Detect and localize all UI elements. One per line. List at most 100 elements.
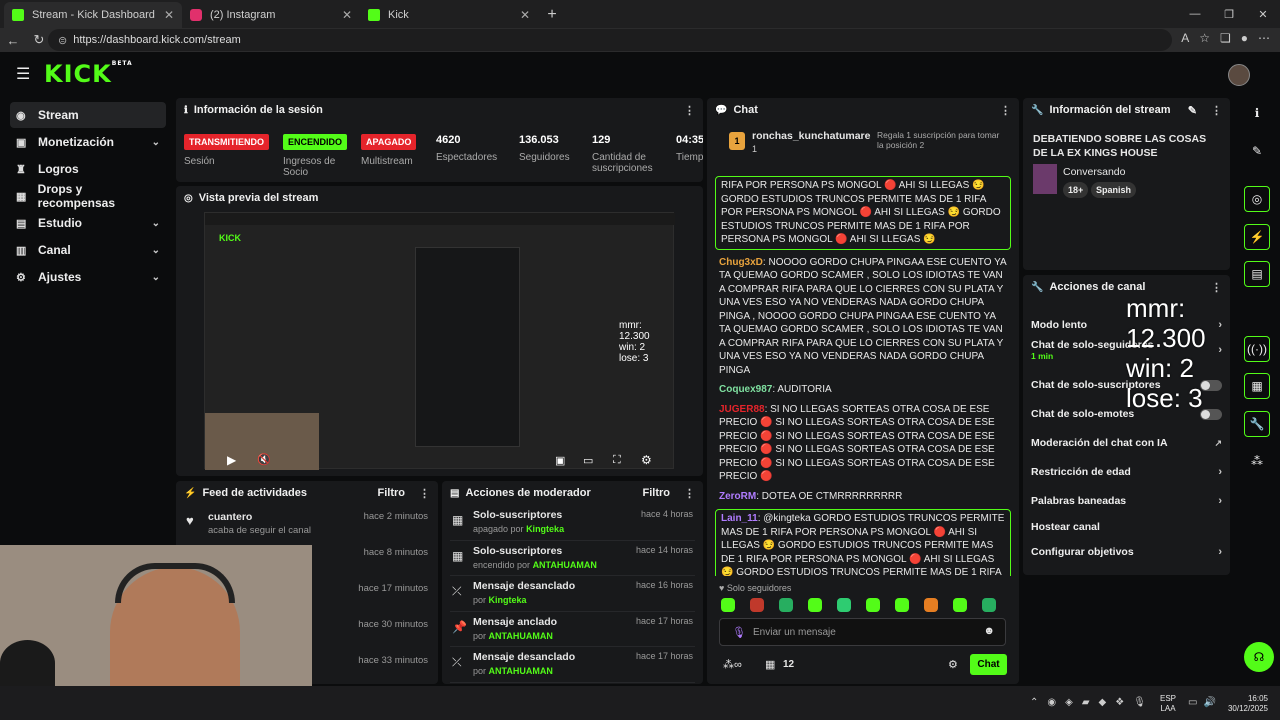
- site-info-icon[interactable]: ⊜: [58, 34, 67, 47]
- filter-button[interactable]: Filtro: [643, 487, 671, 499]
- channel-action-row[interactable]: Palabras baneadas ›: [1031, 488, 1222, 514]
- emote-icon[interactable]: [982, 598, 996, 612]
- chat-input[interactable]: 🎙 Enviar un mensaje ☻: [719, 618, 1006, 646]
- channel-action-row[interactable]: Moderación del chat con IA ↗: [1031, 430, 1222, 456]
- app-tray-icon[interactable]: ◉: [1047, 697, 1056, 708]
- grid-icon[interactable]: ▦: [1244, 373, 1270, 399]
- emote-icon[interactable]: [721, 598, 735, 612]
- sidebar-item-ajustes[interactable]: ⚙ Ajustes ⌄: [10, 264, 166, 290]
- edit-icon[interactable]: ✎: [1188, 104, 1197, 117]
- emote-icon[interactable]: [837, 598, 851, 612]
- sidebar-item-drops[interactable]: ▦ Drops y recompensas: [10, 182, 166, 210]
- more-options-icon[interactable]: ⋮: [419, 487, 430, 500]
- favorite-star-icon[interactable]: ☆: [1199, 31, 1210, 45]
- bolt-icon[interactable]: ⚡: [1244, 224, 1270, 250]
- list-item[interactable]: ♥ cuantero acaba de seguir el canal hace…: [176, 505, 438, 541]
- tools-icon[interactable]: 🔧: [1244, 411, 1270, 437]
- play-icon[interactable]: ▶: [227, 453, 236, 467]
- mod-action-row[interactable]: ⤫ Mensaje desanclado por Kingteka hace 16 h…: [450, 576, 695, 612]
- sidebar-item-estudio[interactable]: ▤ Estudio ⌄: [10, 210, 166, 236]
- chat-message[interactable]: ZeroRM: DOTEA OE CTMRRRRRRRRR: [707, 490, 1019, 504]
- channel-action-row[interactable]: Configurar objetivos ›: [1031, 539, 1222, 565]
- kick-logo[interactable]: KICKBETA: [44, 60, 133, 88]
- chat-username[interactable]: Lain_11: [721, 513, 758, 524]
- emoji-icon[interactable]: ☻: [983, 625, 995, 637]
- mute-icon[interactable]: 🔇: [257, 453, 271, 466]
- chat-message[interactable]: Lain_11: @kingteka GORDO ESTUDIOS TRUNCO…: [715, 509, 1011, 576]
- back-icon[interactable]: ←: [0, 33, 26, 48]
- mic-icon[interactable]: 🎙: [1133, 697, 1146, 708]
- more-icon[interactable]: ⋯: [1258, 31, 1270, 45]
- stream-preview-video[interactable]: KICK mmr: 12.300 win: 2 lose: 3 ▶ 🔇 ▣ ▭ …: [204, 212, 675, 470]
- send-chat-button[interactable]: Chat: [970, 654, 1007, 675]
- info-icon[interactable]: ℹ: [1244, 100, 1270, 126]
- community-icon[interactable]: ⁂∞: [723, 658, 742, 671]
- minimize-icon[interactable]: —: [1178, 0, 1212, 28]
- emote-icon[interactable]: [866, 598, 880, 612]
- read-aloud-icon[interactable]: A: [1181, 31, 1189, 45]
- emote-icon[interactable]: [750, 598, 764, 612]
- mod-action-row[interactable]: ▦ Solo-suscriptores apagado por Kingteka ha…: [450, 505, 695, 541]
- emote-icon[interactable]: [924, 598, 938, 612]
- chat-username[interactable]: ZeroRM: [719, 491, 756, 502]
- more-options-icon[interactable]: ⋮: [1211, 104, 1222, 117]
- theater-icon[interactable]: ▭: [583, 454, 593, 467]
- browser-tab-kick[interactable]: Kick ✕: [360, 2, 538, 28]
- maximize-icon[interactable]: ❐: [1212, 0, 1246, 28]
- filter-button[interactable]: Filtro: [378, 487, 406, 499]
- target-icon[interactable]: ◎: [1244, 186, 1270, 212]
- edit-icon[interactable]: ✎: [1244, 138, 1270, 164]
- sidebar-item-logros[interactable]: ♜ Logros: [10, 156, 166, 182]
- community-icon[interactable]: ⁂: [1244, 448, 1270, 474]
- profile-icon[interactable]: ●: [1241, 31, 1248, 45]
- channel-action-row[interactable]: Hostear canal: [1031, 514, 1222, 540]
- close-tab-icon[interactable]: ✕: [164, 8, 174, 22]
- emote-icon[interactable]: [779, 598, 793, 612]
- settings-icon[interactable]: ⚙: [641, 453, 652, 467]
- emote-icon[interactable]: [808, 598, 822, 612]
- more-options-icon[interactable]: ⋮: [684, 487, 695, 500]
- browser-tab-instagram[interactable]: (2) Instagram ✕: [182, 2, 360, 28]
- chevron-up-icon[interactable]: ⌃: [1030, 697, 1038, 708]
- document-icon[interactable]: ▤: [1244, 261, 1270, 287]
- chat-settings-icon[interactable]: ⚙: [948, 658, 958, 671]
- emote-icon[interactable]: [895, 598, 909, 612]
- close-tab-icon[interactable]: ✕: [342, 8, 352, 22]
- support-icon[interactable]: ☊: [1244, 642, 1274, 672]
- chat-username[interactable]: JUGER88: [719, 404, 765, 415]
- app-tray-icon[interactable]: ❖: [1115, 697, 1124, 708]
- chat-message[interactable]: RIFA POR PERSONA PS MONGOL 🔴 AHI SI LLEG…: [715, 176, 1011, 250]
- pip-icon[interactable]: ▣: [555, 454, 565, 467]
- language-indicator[interactable]: ESP LAA: [1160, 694, 1176, 714]
- sidebar-item-monetizacion[interactable]: ▣ Monetización ⌄: [10, 129, 166, 155]
- mic-icon[interactable]: 🎙: [732, 626, 746, 639]
- clock[interactable]: 16:05 30/12/2025: [1222, 694, 1268, 714]
- app-tray-icon[interactable]: ▰: [1082, 697, 1090, 708]
- menu-icon[interactable]: ☰: [16, 64, 34, 84]
- url-field[interactable]: ⊜ https://dashboard.kick.com/stream: [48, 29, 1172, 51]
- more-options-icon[interactable]: ⋮: [1000, 104, 1011, 117]
- more-options-icon[interactable]: ⋮: [1211, 281, 1222, 294]
- broadcast-icon[interactable]: ((·)): [1244, 336, 1270, 362]
- collections-icon[interactable]: ❏: [1220, 31, 1231, 45]
- chat-message[interactable]: Coquex987: AUDITORIA: [707, 383, 1019, 397]
- chat-message[interactable]: Chug3xD: NOOOO GORDO CHUPA PINGAA ESE CU…: [707, 256, 1019, 378]
- more-options-icon[interactable]: ⋮: [684, 104, 695, 117]
- new-tab-button[interactable]: +: [538, 2, 566, 28]
- mod-action-row[interactable]: 📌 Mensaje anclado por ANTAHUAMAN hace 17 ho…: [450, 612, 695, 647]
- emote-icon[interactable]: [953, 598, 967, 612]
- leaderboard-pin[interactable]: 1 ronchas_kunchatumare 1 Regala 1 suscri…: [707, 122, 1019, 164]
- chat-username[interactable]: Coquex987: [719, 384, 772, 395]
- close-tab-icon[interactable]: ✕: [520, 8, 530, 22]
- gift-icon[interactable]: ▦: [765, 658, 775, 671]
- sidebar-item-stream[interactable]: ◉ Stream: [10, 102, 166, 128]
- close-window-icon[interactable]: ✕: [1246, 0, 1280, 28]
- mod-action-row[interactable]: ▦ Solo-suscriptores encendido por ANTAHUAM…: [450, 541, 695, 576]
- chat-username[interactable]: Chug3xD: [719, 257, 763, 268]
- browser-tab-kick-dashboard[interactable]: Stream - Kick Dashboard ✕: [4, 2, 182, 28]
- app-tray-icon[interactable]: ◆: [1099, 697, 1107, 708]
- system-icons[interactable]: ▭ 🔊: [1188, 697, 1216, 708]
- app-tray-icon[interactable]: ◈: [1065, 697, 1073, 708]
- channel-action-row[interactable]: Restricción de edad ›: [1031, 459, 1222, 485]
- fullscreen-icon[interactable]: ⛶: [613, 454, 621, 467]
